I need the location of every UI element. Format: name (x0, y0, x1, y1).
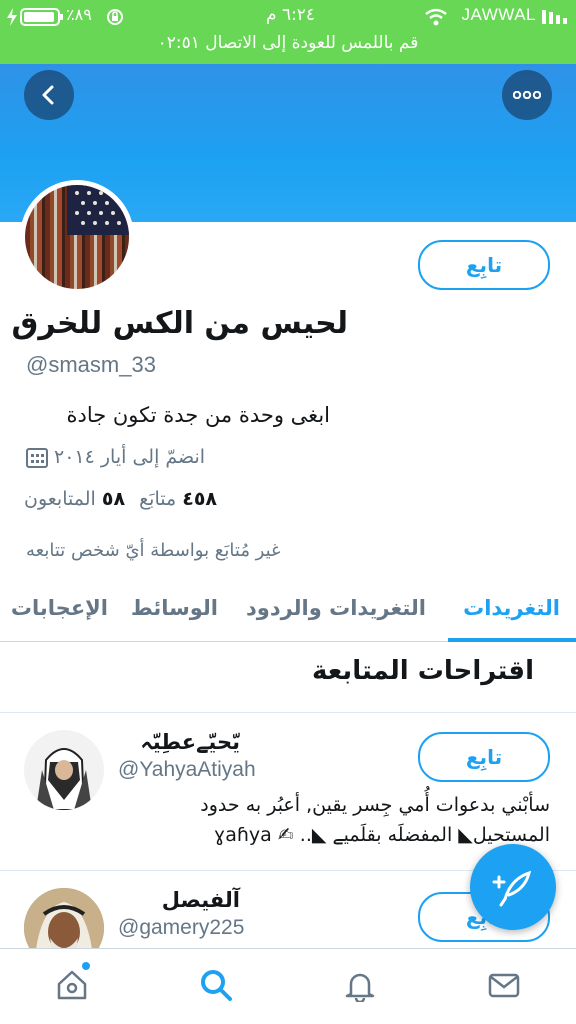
follow-button[interactable]: تابِع (418, 732, 550, 782)
profile-name: لحيس من الكس للخرق (11, 306, 348, 341)
follow-button[interactable]: تابِع (418, 240, 550, 290)
suggestion-bio: سأبْني بدعوات أُمي جِسر يقين, أعبُر به ح… (110, 790, 550, 850)
active-tab-indicator (448, 638, 576, 642)
suggestion-bio-line: المستحيل◣ المفضلَه بقلَميے ◣.. ✍ ɣaɦya (213, 824, 550, 846)
tab-media[interactable]: الوسائط (131, 596, 218, 620)
divider (0, 712, 576, 713)
suggestion-handle: @gamery225 (118, 916, 245, 939)
carrier-name: JAWWAL (461, 5, 536, 24)
following-stat[interactable]: ٤٥٨ متابَع (139, 488, 217, 510)
followers-stat[interactable]: ٥٨ المتابعون (24, 488, 125, 510)
flag-canton (67, 185, 129, 235)
back-button[interactable] (24, 70, 74, 120)
calendar-icon (26, 448, 48, 468)
stars-pattern (75, 191, 121, 225)
return-to-call-banner[interactable]: قم باللمس للعودة إلى الاتصال ٠٢:٥١ (0, 33, 576, 53)
clock: ٦:٢٤ م (266, 5, 316, 25)
home-icon (57, 970, 87, 1000)
profile-bio: ابغى وحدة من جدة تكون جادة (66, 403, 330, 427)
suggestion-avatar[interactable] (24, 730, 104, 810)
followers-label: المتابعون (24, 488, 96, 510)
profile-tabs: التغريدات التغريدات والردود الوسائط الإع… (0, 584, 576, 642)
suggestion-name: يّحيّےعطِيّہ (140, 730, 240, 754)
more-dots-icon (513, 91, 541, 99)
following-count: ٤٥٨ (182, 488, 218, 510)
more-button[interactable] (502, 70, 552, 120)
chevron-left-icon (42, 85, 54, 105)
home-notification-dot (82, 962, 90, 970)
tab-likes[interactable]: الإعجابات (11, 596, 108, 620)
search-icon (201, 970, 232, 1001)
nav-home[interactable] (52, 965, 92, 1005)
lock-rotation-icon (107, 9, 123, 25)
profile-handle: @smasm_33 (26, 352, 156, 377)
nav-search[interactable] (196, 965, 236, 1005)
compose-feather-icon (492, 870, 532, 907)
joined-date: انضمّ إلى أيار ٢٠١٤ (26, 446, 205, 468)
battery-icon (20, 8, 63, 26)
tab-tweets[interactable]: التغريدات (463, 596, 560, 620)
profile-stats: ٤٥٨ متابَع ٥٨ المتابعون (24, 488, 217, 510)
profile-avatar[interactable] (20, 180, 134, 294)
followed-by-note: غير مُتابَع بواسطة أيّ شخص تتابعه (26, 540, 281, 561)
mail-icon (488, 973, 520, 998)
bell-icon (345, 973, 375, 1002)
person-figure (36, 748, 92, 810)
tab-tweets-replies[interactable]: التغريدات والردود (246, 596, 426, 620)
status-bar: ٪٨٩ ٦:٢٤ م JAWWAL قم باللمس للعودة إلى ا… (0, 0, 576, 64)
bottom-nav (0, 948, 576, 1024)
wifi-icon (425, 8, 447, 26)
signal-icon (542, 10, 567, 24)
joined-text: انضمّ إلى أيار ٢٠١٤ (54, 446, 206, 468)
followers-count: ٥٨ (101, 488, 126, 510)
nav-messages[interactable] (484, 965, 524, 1005)
suggestion-handle: @YahyaAtiyah (118, 758, 256, 781)
battery-percent: ٪٨٩ (66, 5, 92, 24)
following-label: متابَع (139, 488, 177, 510)
nav-notifications[interactable] (340, 965, 380, 1005)
suggestion-name: آلفيصل (161, 888, 240, 912)
charging-icon (7, 8, 17, 26)
suggestions-title: اقتراحات المتابعة (311, 656, 534, 686)
suggestion-bio-line: سأبْني بدعوات أُمي جِسر يقين, أعبُر به ح… (200, 794, 550, 816)
compose-button[interactable] (470, 844, 556, 930)
